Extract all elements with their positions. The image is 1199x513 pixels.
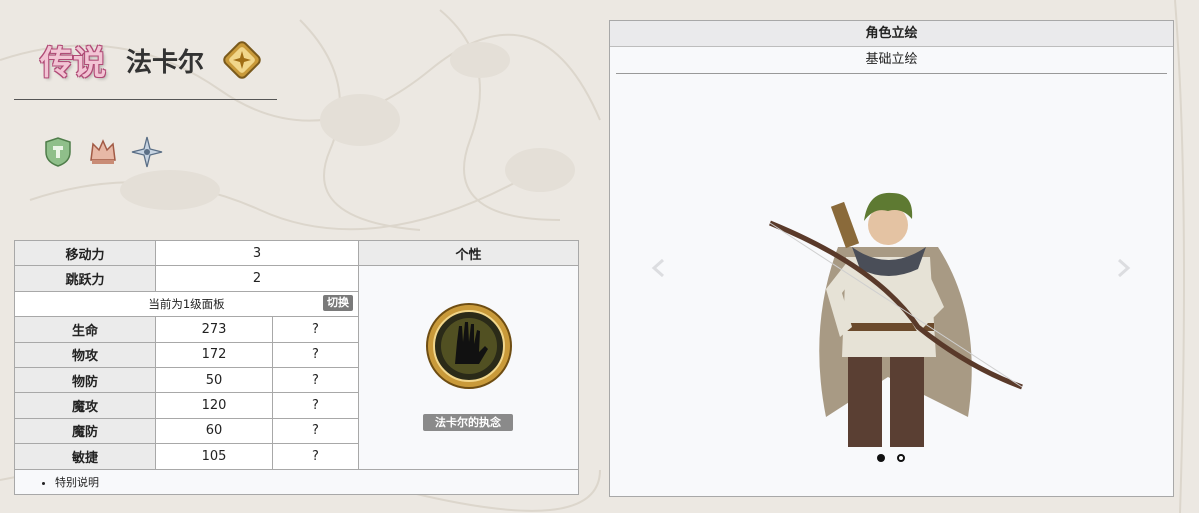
tab-base-portrait[interactable]: 基础立绘 <box>616 47 1167 74</box>
chevron-left-icon[interactable] <box>648 257 670 279</box>
stat-extra: ? <box>272 316 359 343</box>
stat-label: 敏捷 <box>14 443 156 470</box>
stat-value: 172 <box>155 341 273 368</box>
stat-value: 50 <box>155 366 273 394</box>
star-trait-icon[interactable] <box>131 136 163 168</box>
stats-table: 移动力 3 个性 跳跃力 2 法卡尔的执念 当前为1级面板 切换 生命 273 … <box>14 239 579 495</box>
stat-label: 物攻 <box>14 341 156 368</box>
personality-skill-label[interactable]: 法卡尔的执念 <box>423 414 513 432</box>
portrait-panel: 角色立绘 基础立绘 <box>609 20 1174 497</box>
carousel-dot-2[interactable] <box>897 454 905 462</box>
header-divider <box>14 99 277 100</box>
stat-label: 物防 <box>14 366 156 394</box>
portrait-title: 角色立绘 <box>610 21 1173 47</box>
character-name: 法卡尔 <box>126 48 205 78</box>
grasping-hand-skill-icon[interactable] <box>425 302 513 390</box>
shield-trait-icon[interactable] <box>42 136 74 168</box>
move-value: 3 <box>155 239 359 267</box>
character-portrait <box>769 192 1023 447</box>
special-note-row: 特别说明 <box>14 468 579 495</box>
diamond-class-icon <box>223 41 261 79</box>
toggle-button[interactable]: 切换 <box>323 294 353 311</box>
panel-note-row: 当前为1级面板 切换 <box>14 290 359 318</box>
chevron-right-icon[interactable] <box>1112 257 1134 279</box>
jump-value: 2 <box>155 265 359 292</box>
stat-extra: ? <box>272 417 359 445</box>
personality-header: 个性 <box>358 239 579 267</box>
personality-panel: 法卡尔的执念 <box>358 265 579 470</box>
special-note-item: 特别说明 <box>55 474 578 490</box>
stat-value: 120 <box>155 392 273 419</box>
stat-extra: ? <box>272 366 359 394</box>
stat-extra: ? <box>272 341 359 368</box>
stat-extra: ? <box>272 443 359 470</box>
panel-level-note: 当前为1级面板 <box>148 296 225 311</box>
stat-value: 60 <box>155 417 273 445</box>
stat-extra: ? <box>272 392 359 419</box>
stat-label: 生命 <box>14 316 156 343</box>
jump-label: 跳跃力 <box>14 265 156 292</box>
stat-value: 105 <box>155 443 273 470</box>
stat-label: 魔防 <box>14 417 156 445</box>
stat-value: 273 <box>155 316 273 343</box>
move-label: 移动力 <box>14 239 156 267</box>
crown-trait-icon[interactable] <box>87 136 119 168</box>
stat-label: 魔攻 <box>14 392 156 419</box>
carousel-dot-1[interactable] <box>877 454 885 462</box>
rarity-label: 传说 <box>40 43 106 82</box>
